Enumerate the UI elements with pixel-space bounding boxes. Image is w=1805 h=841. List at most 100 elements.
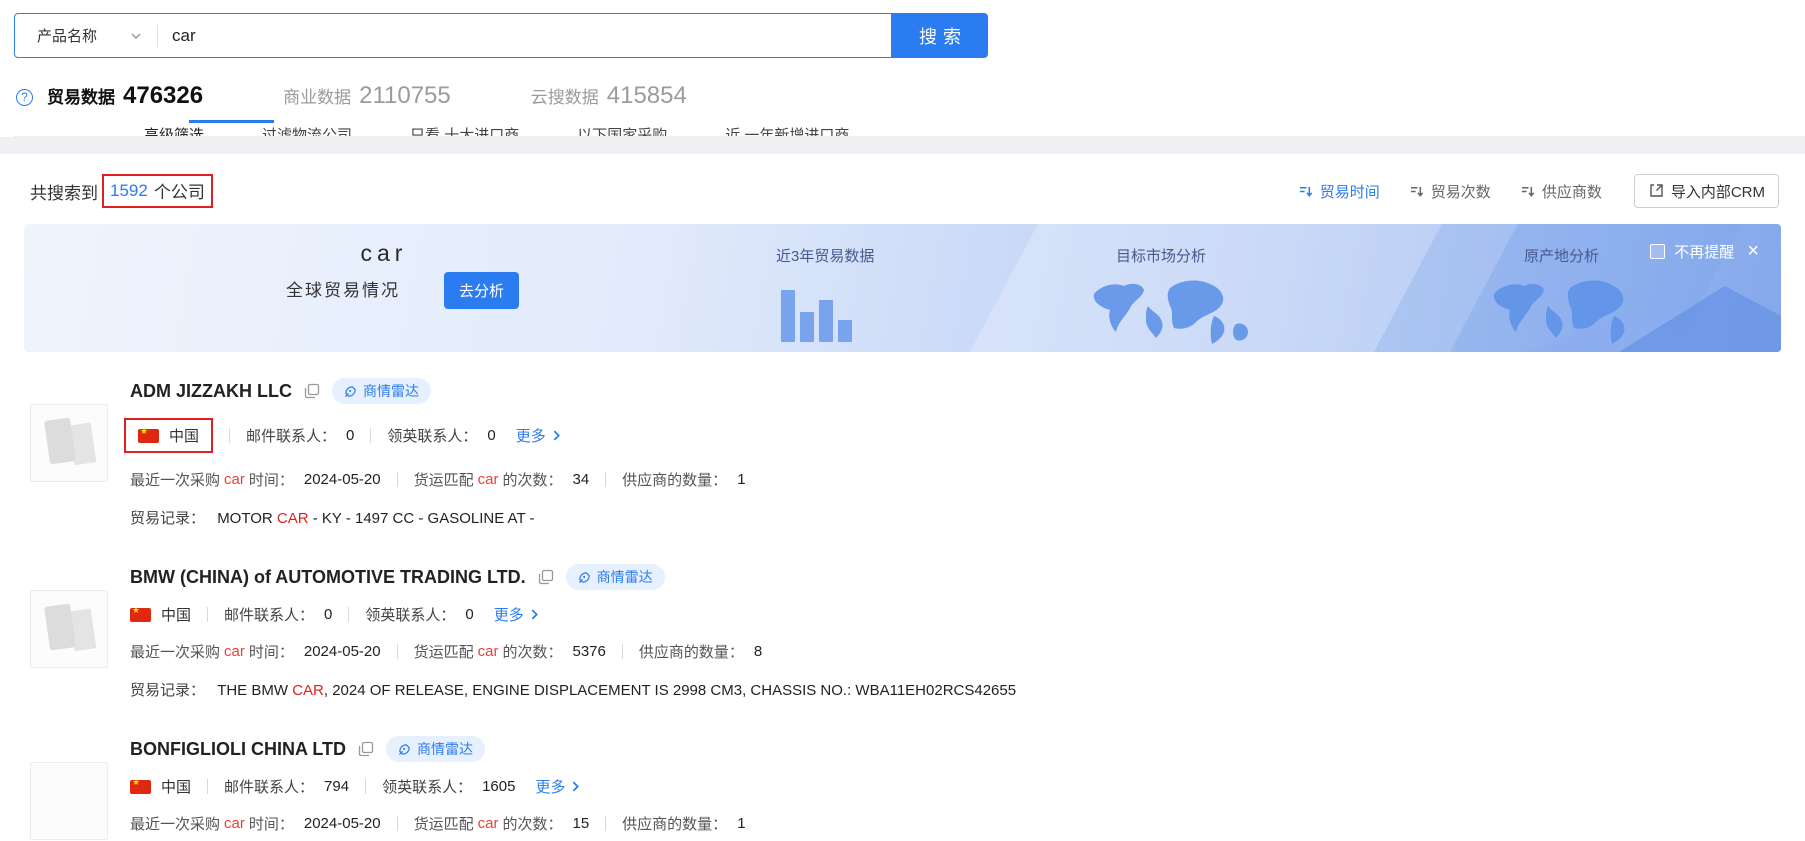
import-icon	[1650, 184, 1663, 197]
radar-icon	[398, 743, 410, 755]
filter-countries[interactable]: 以下国家采购	[577, 124, 667, 136]
chevron-right-icon	[573, 781, 580, 792]
banner-dismiss: 不再提醒 ×	[1650, 241, 1759, 262]
country-group: 中国	[130, 604, 191, 625]
dismiss-checkbox[interactable]	[1650, 244, 1666, 259]
sort-icon	[1299, 186, 1313, 197]
keyword-highlight: car	[477, 815, 499, 832]
bar-chart-icon	[781, 290, 852, 342]
trade-record-label: 贸易记录：	[130, 682, 206, 699]
sort-label: 贸易时间	[1319, 183, 1380, 201]
copy-icon[interactable]	[304, 383, 320, 399]
chevron-right-icon	[531, 609, 538, 620]
stat-label: 供应商的数量：	[622, 816, 728, 833]
question-circle-icon[interactable]: ?	[16, 89, 33, 106]
stat-label: 最近一次采购	[130, 644, 221, 661]
tab-label: 云搜数据	[530, 88, 599, 107]
company-row: ADM JIZZAKH LLC 商情雷达 中国 邮件联系人： 0	[30, 378, 1781, 528]
last-purchase-date: 2024-05-20	[303, 471, 381, 488]
stat-label: 供应商的数量：	[622, 472, 728, 489]
company-thumbnail[interactable]	[30, 762, 108, 840]
stat-label: 货运匹配	[413, 816, 474, 833]
match-count: 34	[572, 471, 590, 488]
company-row: BMW (CHINA) of AUTOMOTIVE TRADING LTD. 商…	[30, 564, 1781, 700]
search-bar: 产品名称 搜索	[14, 13, 1805, 58]
highlight-box-count: 1592 个公司	[102, 174, 213, 208]
sort-icon	[1410, 186, 1424, 197]
radar-badge[interactable]: 商情雷达	[565, 564, 665, 590]
radar-icon	[578, 571, 590, 583]
sort-icon	[1521, 186, 1535, 197]
search-button[interactable]: 搜索	[892, 13, 988, 58]
last-purchase-date: 2024-05-20	[303, 815, 381, 832]
import-crm-button[interactable]: 导入内部CRM	[1633, 174, 1779, 208]
search-category-label: 产品名称	[37, 28, 98, 45]
import-crm-label: 导入内部CRM	[1670, 183, 1765, 201]
banner-subtitle: 全球贸易情况	[286, 281, 400, 300]
china-flag-icon	[138, 426, 159, 443]
filter-logistics[interactable]: 过滤物流公司	[262, 124, 352, 136]
company-name[interactable]: BMW (CHINA) of AUTOMOTIVE TRADING LTD.	[130, 567, 526, 588]
country-group: 中国	[130, 776, 191, 797]
search-category-select[interactable]: 产品名称	[15, 25, 157, 46]
radar-badge-label: 商情雷达	[362, 383, 419, 399]
radar-badge[interactable]: 商情雷达	[331, 378, 431, 404]
company-thumbnail[interactable]	[30, 590, 108, 668]
copy-icon[interactable]	[538, 569, 554, 585]
email-contacts-label: 邮件联系人：	[224, 607, 315, 624]
more-link[interactable]: 更多	[516, 425, 562, 446]
result-count-value[interactable]: 1592	[110, 181, 148, 201]
radar-badge[interactable]: 商情雷达	[385, 736, 485, 762]
tab-trade-data[interactable]: ? 贸易数据 476326	[16, 82, 203, 110]
world-map-icon	[1093, 280, 1248, 344]
company-thumbnail[interactable]	[30, 404, 108, 482]
result-count-prefix: 共搜索到	[30, 183, 98, 203]
company-name[interactable]: BONFIGLIOLI CHINA LTD	[130, 739, 346, 760]
sort-trade-time[interactable]: 贸易时间	[1299, 181, 1380, 202]
tab-count: 476326	[123, 82, 204, 109]
data-tabs: ? 贸易数据 476326 商业数据 2110755 云搜数据 415854	[14, 58, 1805, 110]
email-contacts-value: 0	[324, 606, 333, 623]
company-name[interactable]: ADM JIZZAKH LLC	[130, 381, 292, 402]
stat-label: 的次数：	[502, 816, 563, 833]
keyword-highlight: CAR	[276, 510, 309, 527]
highlight-box-country: 中国	[124, 418, 214, 453]
tab-label: 商业数据	[283, 88, 352, 107]
trade-record-text: THE BMW CAR, 2024 OF RELEASE, ENGINE DIS…	[217, 682, 1017, 699]
filter-new-importers[interactable]: 近 一年新增进口商	[725, 124, 849, 136]
stat-label: 的次数：	[502, 472, 563, 489]
radar-badge-label: 商情雷达	[596, 569, 653, 585]
linkedin-contacts-value: 1605	[482, 778, 516, 795]
search-box: 产品名称	[14, 13, 892, 58]
sort-supplier-count[interactable]: 供应商数	[1521, 181, 1602, 202]
more-link[interactable]: 更多	[535, 776, 581, 797]
close-icon[interactable]: ×	[1747, 241, 1759, 261]
analyze-button[interactable]: 去分析	[444, 272, 520, 309]
search-input[interactable]	[158, 25, 891, 46]
active-filter-underline	[189, 120, 274, 123]
tab-cloud-search-data[interactable]: 云搜数据 415854	[531, 82, 687, 110]
banner-keyword: car	[360, 240, 408, 266]
tab-count: 2110755	[359, 82, 451, 109]
country-label: 中国	[169, 428, 200, 445]
analysis-banner: car 全球贸易情况 去分析 近3年贸易数据 目标市场分析 原产地分析 不再提醒…	[24, 224, 1781, 352]
radar-badge-label: 商情雷达	[416, 741, 473, 757]
sort-trade-count[interactable]: 贸易次数	[1410, 181, 1491, 202]
copy-icon[interactable]	[358, 741, 374, 757]
stat-label: 货运匹配	[413, 644, 474, 661]
tab-business-data[interactable]: 商业数据 2110755	[283, 82, 451, 110]
linkedin-contacts-value: 0	[465, 606, 474, 623]
keyword-highlight: car	[477, 471, 499, 488]
sort-label: 贸易次数	[1430, 183, 1491, 201]
filter-top-importers[interactable]: 只看 十大进口商	[410, 124, 519, 136]
stat-label: 供应商的数量：	[638, 644, 744, 661]
company-row: BONFIGLIOLI CHINA LTD 商情雷达 中国 邮件联系人： 794	[30, 736, 1781, 841]
more-link[interactable]: 更多	[494, 604, 540, 625]
stat-label: 时间：	[248, 644, 294, 661]
match-count: 15	[572, 815, 590, 832]
filter-advanced[interactable]: 高级筛选	[144, 124, 204, 136]
result-toolbar: 共搜索到 1592 个公司 贸易时间 贸易次数 供应商数 导入内部CRM	[24, 154, 1781, 224]
match-count: 5376	[572, 643, 606, 660]
radar-icon	[344, 385, 356, 397]
linkedin-contacts-label: 领英联系人：	[365, 607, 456, 624]
